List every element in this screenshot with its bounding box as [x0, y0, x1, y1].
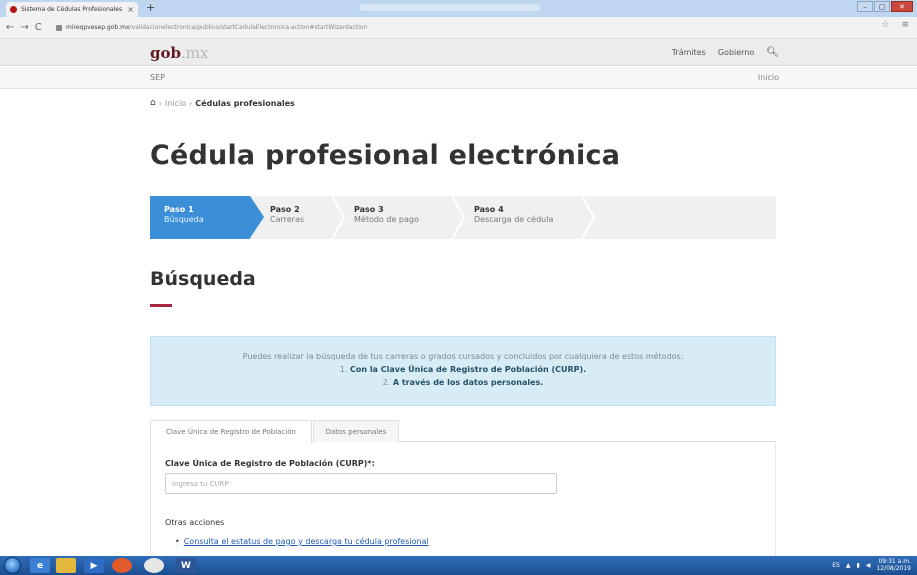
step-chevron	[331, 196, 346, 239]
clock[interactable]: 09:31 a.m. 12/08/2019	[876, 558, 911, 572]
info-intro: Puedes realizar la búsqueda de tus carre…	[242, 352, 684, 361]
ie-icon[interactable]: e	[30, 558, 50, 573]
inicio-link[interactable]: Inicio	[758, 73, 779, 82]
section-underline	[150, 304, 172, 307]
window-controls: – ▢ ✕	[857, 1, 913, 12]
step-4[interactable]: Paso 4 Descarga de cédula	[474, 196, 553, 239]
word-icon[interactable]: W	[176, 558, 196, 573]
chrome-icon[interactable]	[144, 558, 164, 573]
home-icon[interactable]: ⌂	[150, 98, 156, 108]
nav-tramites[interactable]: Trámites	[672, 48, 706, 57]
breadcrumb-inicio[interactable]: Inicio	[165, 99, 186, 108]
tab-curp[interactable]: Clave Única de Registro de Población	[150, 420, 312, 443]
windows-taskbar: e ▶ W ES ▲ ▮ ◀ 09:31 a.m. 12/08/2019	[0, 556, 917, 575]
wizard-steps: Paso 1 Búsqueda Paso 2 Carreras Paso 3 M…	[150, 196, 776, 239]
step-chevron	[581, 196, 596, 239]
curp-input[interactable]	[165, 473, 557, 494]
start-button[interactable]	[4, 557, 21, 574]
volume-icon[interactable]: ◀	[866, 562, 871, 569]
site-favicon-icon	[10, 6, 17, 13]
gob-header: gob.mx Trámites Gobierno 🔍︎	[0, 39, 917, 66]
back-icon[interactable]: ←	[6, 22, 14, 33]
close-window-button[interactable]: ✕	[891, 1, 913, 12]
bookmark-star-icon[interactable]: ☆	[881, 20, 889, 30]
search-method-tabs: Clave Única de Registro de Población Dat…	[150, 420, 776, 443]
info-method-1: 1. Con la Clave Única de Registro de Pob…	[339, 365, 587, 374]
browser-menu-icon[interactable]: ≡	[901, 20, 909, 30]
url-path: /validacionelectronica/publico/startCedu…	[129, 24, 368, 31]
tray-arrow-icon[interactable]: ▲	[846, 562, 851, 569]
consulta-estatus-link[interactable]: • Consulta el estatus de pago y descarga …	[175, 537, 429, 546]
browser-tabstrip: Sistema de Cédulas Profesionales × + – ▢…	[0, 0, 917, 17]
new-tab-button[interactable]: +	[146, 1, 155, 14]
step-1[interactable]: Paso 1 Búsqueda	[150, 196, 264, 239]
gob-mx-logo[interactable]: gob.mx	[150, 44, 208, 62]
header-nav: Trámites Gobierno 🔍︎	[672, 47, 779, 58]
folder-icon[interactable]	[56, 558, 76, 573]
tab-datos-personales[interactable]: Datos personales	[313, 420, 399, 442]
search-icon[interactable]: 🔍︎	[766, 47, 779, 58]
browser-toolbar: ← → C mireqpvesep.gob.mx /validacionelec…	[0, 17, 917, 39]
info-alert: Puedes realizar la búsqueda de tus carre…	[150, 336, 776, 406]
minimize-button[interactable]: –	[857, 1, 873, 12]
toolbar-actions: ☆ ≡	[881, 20, 909, 30]
system-tray: ES ▲ ▮ ◀ 09:31 a.m. 12/08/2019	[832, 558, 911, 572]
nav-gobierno[interactable]: Gobierno	[718, 48, 754, 57]
forward-icon[interactable]: →	[20, 22, 28, 33]
breadcrumb-separator: ›	[158, 98, 162, 108]
reload-icon[interactable]: C	[35, 22, 42, 33]
sep-subheader: SEP Inicio	[0, 67, 917, 89]
network-icon[interactable]: ▮	[856, 562, 859, 569]
sep-brand: SEP	[150, 73, 165, 82]
page-title: Cédula profesional electrónica	[150, 140, 621, 171]
tab-close-icon[interactable]: ×	[127, 5, 134, 14]
curp-panel: Clave Única de Registro de Población (CU…	[150, 441, 776, 556]
breadcrumb-current: Cédulas profesionales	[195, 98, 295, 108]
info-method-2: 2. A través de los datos personales.	[382, 378, 544, 387]
section-title: Búsqueda	[150, 268, 256, 290]
breadcrumb: ⌂ › Inicio › Cédulas profesionales	[150, 98, 295, 108]
otras-acciones-title: Otras acciones	[165, 518, 225, 527]
url-host: mireqpvesep.gob.mx	[66, 24, 130, 31]
address-bar[interactable]: mireqpvesep.gob.mx /validacionelectronic…	[56, 20, 856, 35]
step-chevron	[451, 196, 466, 239]
breadcrumb-separator: ›	[189, 98, 193, 108]
step-3[interactable]: Paso 3 Método de pago	[354, 196, 419, 239]
firefox-icon[interactable]	[112, 558, 132, 573]
step-2[interactable]: Paso 2 Carreras	[270, 196, 304, 239]
secure-lock-icon	[56, 24, 62, 31]
curp-label: Clave Única de Registro de Población (CU…	[165, 459, 375, 468]
maximize-button[interactable]: ▢	[874, 1, 890, 12]
browser-tab[interactable]: Sistema de Cédulas Profesionales ×	[6, 2, 138, 17]
tab-title: Sistema de Cédulas Profesionales	[21, 6, 123, 13]
language-indicator[interactable]: ES	[832, 562, 840, 569]
blurred-window-title	[360, 4, 540, 11]
media-player-icon[interactable]: ▶	[84, 558, 104, 573]
list-bullet: •	[175, 537, 180, 546]
